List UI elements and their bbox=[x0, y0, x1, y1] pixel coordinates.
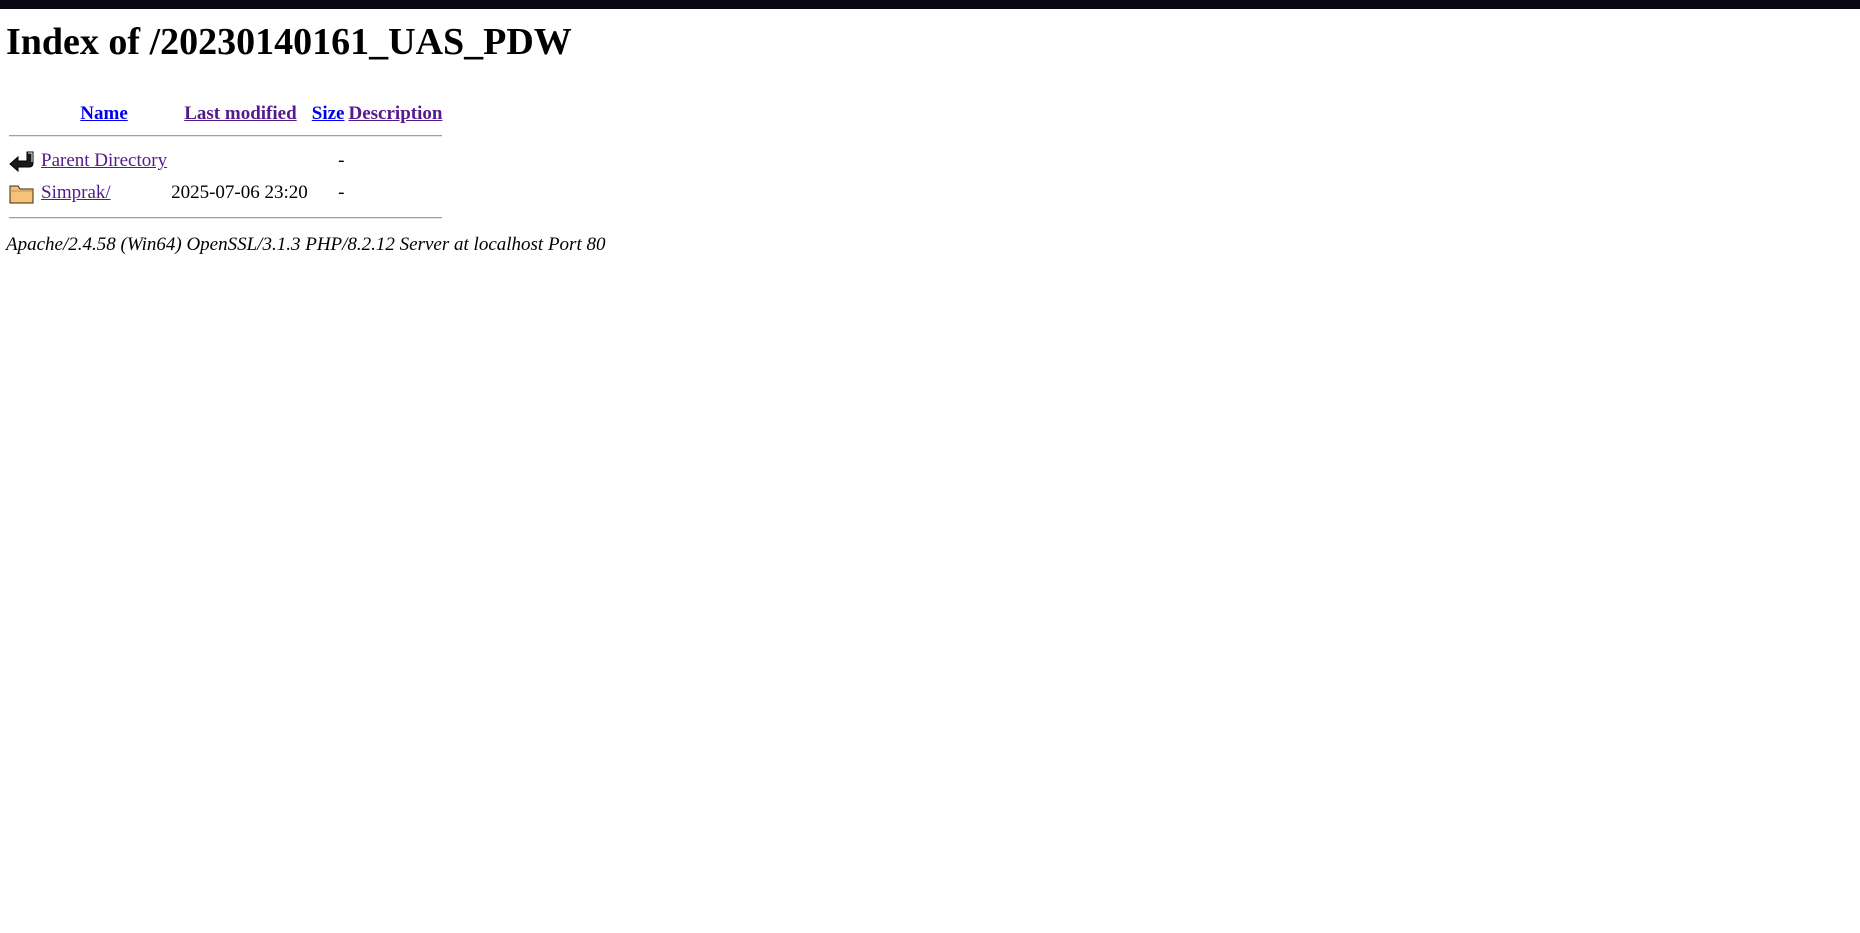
row-description-cell bbox=[348, 146, 444, 176]
row-name-cell: Simprak/ bbox=[40, 178, 168, 208]
sort-by-description-link[interactable]: Description bbox=[349, 103, 443, 124]
directory-listing-table: Name Last modified Size Description Pare… bbox=[6, 100, 445, 228]
row-date-cell: 2025-07-06 23:20 bbox=[171, 182, 308, 203]
table-row: Parent Directory - bbox=[8, 146, 443, 176]
server-signature: Apache/2.4.58 (Win64) OpenSSL/3.1.3 PHP/… bbox=[6, 234, 606, 255]
last-modified-column-header: Last modified bbox=[170, 102, 309, 126]
browser-top-bar bbox=[0, 0, 1860, 9]
name-column-header: Name bbox=[40, 102, 168, 126]
icon-column-header bbox=[8, 102, 38, 126]
row-description-cell bbox=[348, 178, 444, 208]
row-date-cell bbox=[170, 146, 309, 176]
page-title: Index of /20230140161_UAS_PDW bbox=[6, 21, 572, 63]
divider bbox=[9, 217, 443, 219]
row-size-cell: - bbox=[338, 182, 345, 203]
row-size-cell: - bbox=[338, 150, 345, 171]
table-row: Simprak/ 2025-07-06 23:20 - bbox=[8, 178, 443, 208]
sort-by-name-link[interactable]: Name bbox=[80, 103, 127, 124]
row-icon-cell bbox=[8, 178, 38, 208]
separator-row bbox=[8, 128, 443, 144]
page-content: Index of /20230140161_UAS_PDW Name Last … bbox=[6, 20, 605, 256]
divider bbox=[9, 135, 443, 137]
size-column-header: Size bbox=[311, 102, 346, 126]
simprak-folder-link[interactable]: Simprak/ bbox=[41, 182, 111, 203]
separator-row bbox=[8, 210, 443, 226]
sort-by-size-link[interactable]: Size bbox=[312, 103, 345, 124]
back-arrow-icon bbox=[9, 151, 34, 173]
parent-directory-link[interactable]: Parent Directory bbox=[41, 150, 167, 171]
row-icon-cell bbox=[8, 146, 38, 176]
description-column-header: Description bbox=[348, 102, 444, 126]
sort-by-last-modified-link[interactable]: Last modified bbox=[184, 103, 296, 124]
table-header-row: Name Last modified Size Description bbox=[8, 102, 443, 126]
row-name-cell: Parent Directory bbox=[40, 146, 168, 176]
folder-icon bbox=[9, 185, 34, 204]
